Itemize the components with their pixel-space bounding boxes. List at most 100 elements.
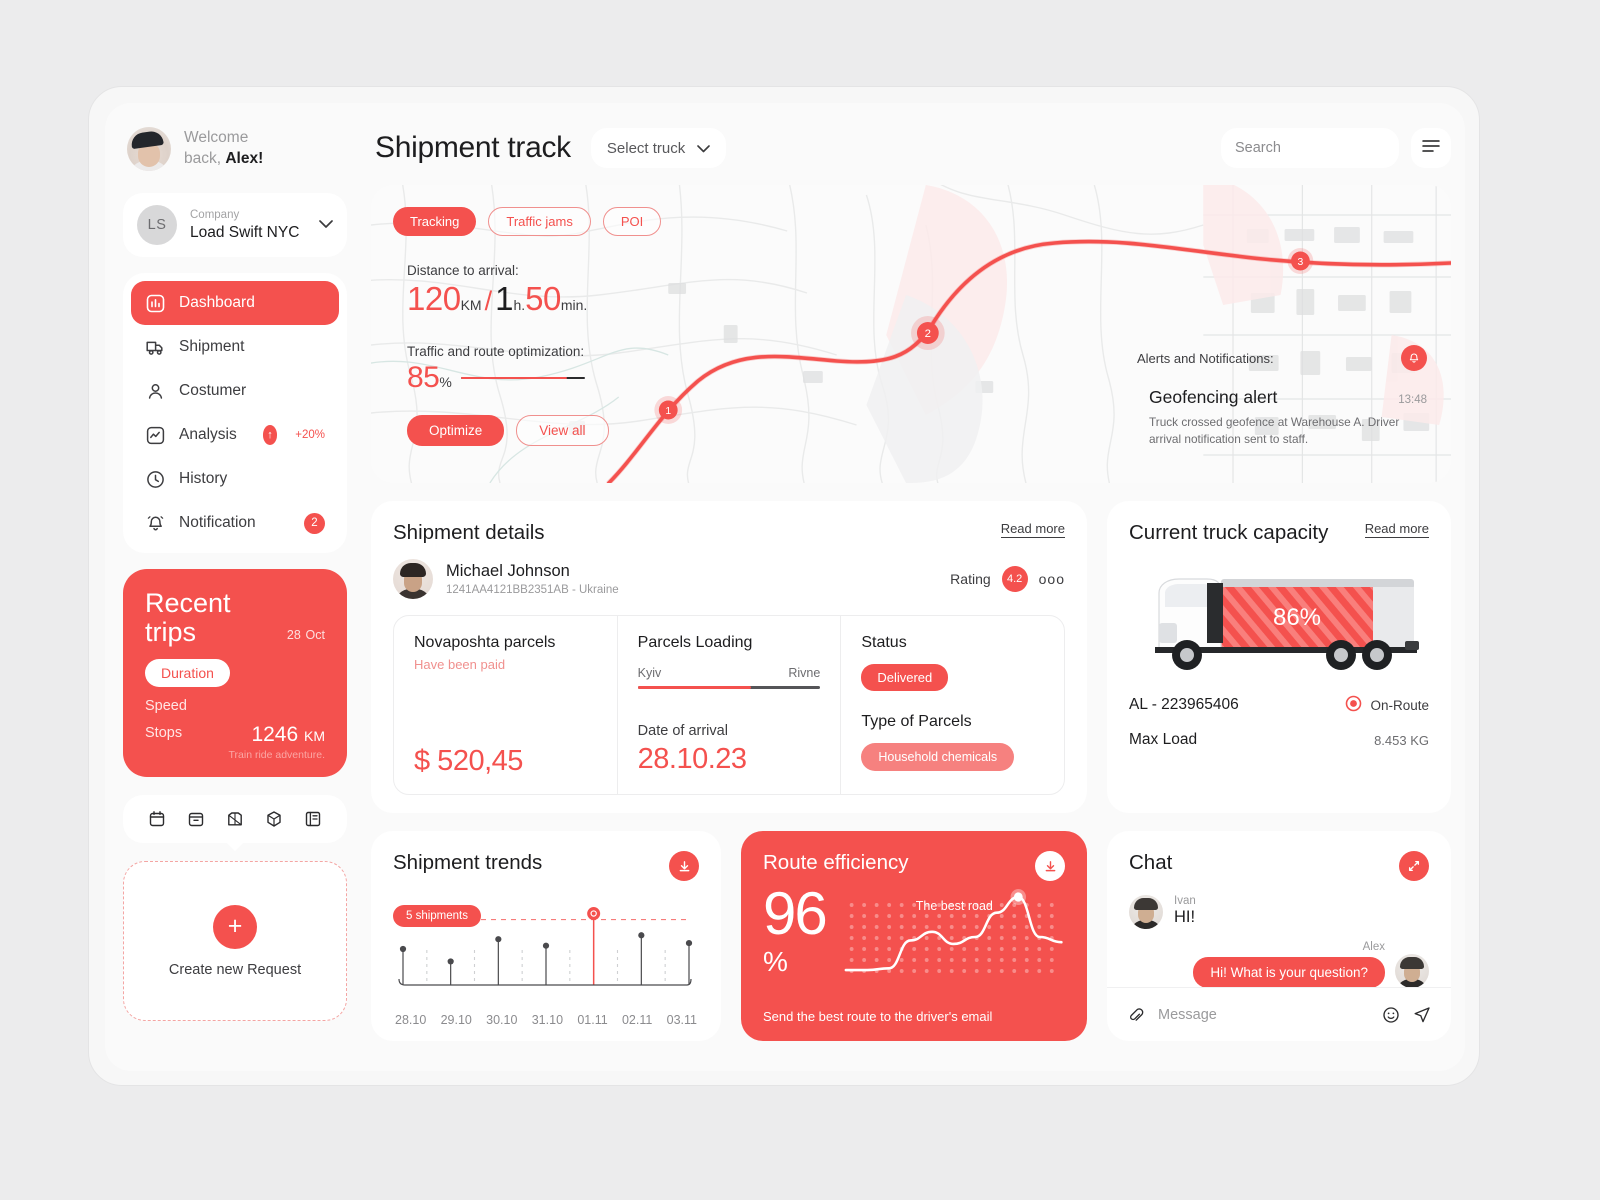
more-options-icon[interactable]: ooo: [1039, 571, 1065, 587]
map-pill-traffic-jams[interactable]: Traffic jams: [488, 207, 591, 236]
truck-capacity-title: Current truck capacity: [1129, 521, 1329, 544]
map-pill-tracking[interactable]: Tracking: [393, 207, 477, 236]
driver-avatar[interactable]: [393, 559, 433, 599]
trends-x-label: 29.10: [440, 1013, 472, 1027]
svg-text:1: 1: [665, 406, 671, 417]
expand-icon[interactable]: [1399, 851, 1429, 881]
time-minutes: 50: [525, 280, 561, 317]
truck-status: On-Route: [1345, 695, 1429, 715]
trends-x-label: 30.10: [486, 1013, 518, 1027]
book-icon[interactable]: [303, 809, 323, 829]
sidebar-item-dashboard[interactable]: Dashboard: [131, 281, 339, 325]
sidebar-label-costumer: Costumer: [179, 382, 247, 399]
menu-button[interactable]: [1411, 128, 1451, 168]
sidebar-label-analysis: Analysis: [179, 426, 237, 443]
archive-icon[interactable]: [186, 809, 206, 829]
clock-icon: [145, 469, 166, 490]
truck-capacity-percent-label: 86%: [1273, 604, 1321, 631]
chevron-down-icon: [697, 140, 711, 157]
chat-outgoing-text: Hi! What is your question?: [1193, 957, 1385, 988]
arrival-date: 28.10.23: [637, 743, 747, 775]
chat-own-name: Alex: [1362, 941, 1385, 953]
welcome-line1: Welcome: [184, 129, 249, 147]
box-open-icon[interactable]: [225, 809, 245, 829]
chat-avatar-ivan[interactable]: [1129, 895, 1163, 929]
sidebar-label-dashboard: Dashboard: [179, 294, 255, 311]
rating-label: Rating: [950, 571, 991, 587]
user-avatar[interactable]: [127, 127, 171, 171]
chat-title: Chat: [1129, 851, 1173, 874]
parcels-amount: $ 520,45: [414, 745, 523, 777]
trends-x-axis-labels: 28.10 29.10 30.10 31.10 01.11 02.11 03.11: [393, 1013, 699, 1027]
shipment-detail-grid: Novaposhta parcels Have been paid $ 520,…: [393, 615, 1065, 795]
map-pill-poi[interactable]: POI: [602, 207, 662, 236]
create-request-card[interactable]: + Create new Request: [123, 861, 347, 1021]
best-road-annotation: The best road: [915, 899, 993, 913]
sidebar-item-notification[interactable]: Notification 2: [131, 501, 339, 545]
rating-badge: 4.2: [1001, 566, 1028, 592]
alerts-label: Alerts and Notifications:: [1137, 350, 1274, 366]
map-panel[interactable]: 1 2 3 Tracking Traffic jams POI Distance…: [371, 185, 1451, 483]
sidebar-label-notification: Notification: [179, 514, 256, 531]
parcel-type-label: Type of Parcels: [861, 713, 972, 730]
parcel-type-badge: Household chemicals: [861, 743, 1015, 771]
page-title: Shipment track: [375, 131, 571, 164]
analytics-icon: [145, 425, 166, 446]
shipment-details-read-more[interactable]: Read more: [1000, 521, 1065, 538]
truck-illustration: 86%: [1129, 563, 1429, 673]
trips-tab-speed[interactable]: Speed: [145, 698, 325, 714]
chevron-down-icon: [319, 218, 333, 232]
bell-icon: [145, 513, 166, 534]
sidebar-item-costumer[interactable]: Costumer: [131, 369, 339, 413]
route-efficiency-chart: The best road: [842, 885, 1065, 997]
sidebar-item-analysis[interactable]: Analysis ↑ +20%: [131, 413, 339, 457]
notification-count-badge: 2: [304, 512, 325, 534]
distance-value-row: 120KM/1h.50min.: [407, 280, 609, 318]
view-all-button[interactable]: View all: [516, 415, 609, 446]
shipment-trends-chart: 5 shipments: [393, 889, 699, 1009]
user-welcome: Welcome back, Alex!: [123, 117, 347, 171]
sidebar-item-history[interactable]: History: [131, 457, 339, 501]
row-trends-route-chat: Shipment trends 5 shipments 28.10 29.10 30…: [371, 831, 1451, 1041]
create-request-label: Create new Request: [168, 961, 302, 978]
detail-column-status: Status Delivered Type of Parcels Househo…: [840, 616, 1064, 794]
detail-column-parcels: Novaposhta parcels Have been paid $ 520,…: [394, 616, 617, 794]
truck-capacity-read-more[interactable]: Read more: [1364, 521, 1429, 538]
shipment-details-card: Shipment details Read more Michael Johns…: [371, 501, 1087, 813]
select-truck-label: Select truck: [606, 139, 686, 157]
search-input[interactable]: [1235, 140, 1422, 156]
loading-progress: [637, 686, 821, 689]
chat-avatar-alex[interactable]: [1395, 954, 1429, 988]
status-badge: Delivered: [861, 664, 949, 691]
loading-title: Parcels Loading: [637, 634, 753, 651]
smiley-icon[interactable]: [1382, 1006, 1400, 1024]
download-icon[interactable]: [669, 851, 699, 881]
menu-icon: [1422, 139, 1440, 158]
route-efficiency-card: Route efficiency 96 % The best road Send…: [741, 831, 1087, 1041]
chat-message-placeholder[interactable]: Message: [1158, 1007, 1369, 1023]
plus-icon[interactable]: +: [213, 904, 257, 949]
arrival-label: Date of arrival: [637, 723, 728, 739]
trips-tab-duration[interactable]: Duration: [145, 658, 230, 687]
alert-bell-icon[interactable]: [1401, 345, 1427, 371]
main-area: Shipment track Select truck Search 1 2 3…: [371, 117, 1451, 1041]
chat-input-bar[interactable]: Message: [1107, 987, 1451, 1041]
calendar-icon[interactable]: [147, 809, 167, 829]
trends-x-label: 01.11: [577, 1013, 608, 1027]
cube-icon[interactable]: [264, 809, 284, 829]
company-selector[interactable]: LS Company Load Swift NYC: [123, 193, 347, 257]
company-name: Load Swift NYC: [190, 224, 300, 241]
download-icon[interactable]: [1035, 851, 1065, 881]
status-title: Status: [861, 634, 907, 651]
time-hours-unit: h.: [513, 297, 526, 313]
max-load-value: 8.453 KG: [1374, 732, 1429, 748]
trends-x-label: 31.10: [531, 1013, 564, 1027]
truck-status-label: On-Route: [1370, 697, 1429, 713]
sidebar-item-shipment[interactable]: Shipment: [131, 325, 339, 369]
select-truck-dropdown[interactable]: Select truck: [590, 128, 727, 168]
search-box[interactable]: [1221, 128, 1447, 168]
paperclip-icon[interactable]: [1127, 1006, 1145, 1024]
optimization-progress: [461, 376, 586, 380]
send-icon[interactable]: [1413, 1006, 1431, 1024]
optimize-button[interactable]: Optimize: [407, 415, 505, 446]
